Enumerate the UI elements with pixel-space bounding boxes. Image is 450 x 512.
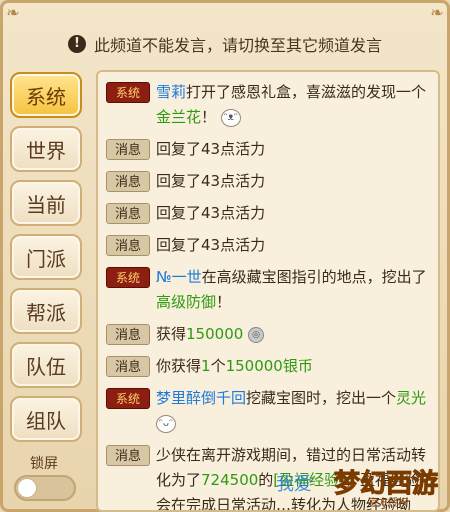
warning-icon: ! xyxy=(67,35,86,53)
system-badge: 系统 xyxy=(106,82,150,103)
channel-tabs: 系统 世界 当前 门派 帮派 队伍 组队 xyxy=(10,72,86,450)
lock-screen-label: 锁屏 xyxy=(30,456,58,472)
amount-value: 150000 xyxy=(186,325,244,343)
info-badge: 消息 xyxy=(106,203,150,224)
tab-world[interactable]: 世界 xyxy=(10,126,82,172)
toggle-knob xyxy=(17,478,37,498)
watermark-text: 我爱 xyxy=(276,474,312,495)
info-badge: 消息 xyxy=(106,324,150,345)
item-link[interactable]: 灵光 xyxy=(396,389,426,407)
player-name-link[interactable]: №一世 xyxy=(156,268,202,286)
tab-system[interactable]: 系统 xyxy=(10,72,82,118)
info-badge: 消息 xyxy=(106,139,150,160)
tab-guild[interactable]: 帮派 xyxy=(10,288,82,334)
item-link[interactable]: 150000银币 xyxy=(226,357,313,375)
item-link[interactable]: 高级防御 xyxy=(156,293,216,311)
smiley-emoji-icon: ᵔᴥᵔ xyxy=(220,108,241,127)
list-item: 系统 梦里醉倒千回挖藏宝图时，挖出一个灵光 ᵔᴗᵔ xyxy=(106,386,430,436)
info-badge: 消息 xyxy=(106,171,150,192)
grin-emoji-icon: ᵔᴗᵔ xyxy=(156,414,176,433)
list-item: 消息 回复了43点活力 xyxy=(106,137,430,162)
info-badge: 消息 xyxy=(106,235,150,256)
list-item: 消息 回复了43点活力 xyxy=(106,169,430,194)
system-badge: 系统 xyxy=(106,267,150,288)
chat-message-list[interactable]: 系统 雪莉打开了感恩礼盒，喜滋滋的发现一个金兰花！ ᵔᴥᵔ 消息 回复了43点活… xyxy=(96,70,440,512)
tab-team[interactable]: 队伍 xyxy=(10,342,82,388)
player-name-link[interactable]: 梦里醉倒千回 xyxy=(156,389,246,407)
silver-coin-icon: ◎ xyxy=(248,326,265,343)
list-item: 系统 №一世在高级藏宝图指引的地点，挖出了高级防御！ xyxy=(106,265,430,315)
tab-current[interactable]: 当前 xyxy=(10,180,82,226)
list-item: 系统 雪莉打开了感恩礼盒，喜滋滋的发现一个金兰花！ ᵔᴥᵔ xyxy=(106,80,430,130)
game-logo-watermark: 我爱 梦幻西游 官方授权 xyxy=(276,469,439,510)
game-logo-text: 梦幻西游 xyxy=(334,469,438,499)
player-name-link[interactable]: 雪莉 xyxy=(156,83,186,101)
list-item: 消息 你获得1个150000银币 xyxy=(106,354,430,379)
logo-subtitle: 官方授权 xyxy=(368,496,408,509)
tab-team-up[interactable]: 组队 xyxy=(10,396,82,442)
list-item: 消息 回复了43点活力 xyxy=(106,201,430,226)
item-link[interactable]: 金兰花 xyxy=(156,108,201,126)
lock-screen-toggle[interactable] xyxy=(14,475,76,501)
info-badge: 消息 xyxy=(106,445,150,466)
info-badge: 消息 xyxy=(106,356,150,377)
list-item: 消息 获得150000 ◎ xyxy=(106,322,430,347)
system-badge: 系统 xyxy=(106,388,150,409)
tab-sect[interactable]: 门派 xyxy=(10,234,82,280)
notice-text: 此频道不能发言，请切换至其它频道发言 xyxy=(93,36,382,55)
corner-ornament-icon: ❧ xyxy=(6,3,20,22)
corner-ornament-icon: ❧ xyxy=(430,3,444,22)
channel-notice: ! 此频道不能发言，请切换至其它频道发言 xyxy=(0,30,450,58)
list-item: 消息 回复了43点活力 xyxy=(106,233,430,258)
